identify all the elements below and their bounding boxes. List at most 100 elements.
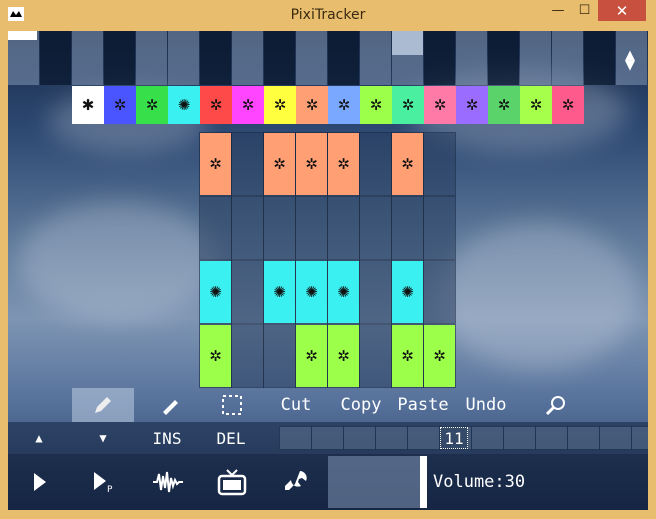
insert-button[interactable]: INS xyxy=(144,422,190,454)
grid-cell[interactable]: ✲ xyxy=(391,132,424,196)
play-button[interactable] xyxy=(10,454,70,510)
instrument-14-icon[interactable]: ✲ xyxy=(488,86,520,124)
grid-cell[interactable]: ✲ xyxy=(263,132,296,196)
minimize-button[interactable]: — xyxy=(545,0,571,21)
measure-slot[interactable] xyxy=(343,426,376,450)
move-down-button[interactable]: ▼ xyxy=(86,422,120,454)
piano-key[interactable] xyxy=(40,31,71,85)
play-pattern-button[interactable]: P xyxy=(74,454,134,510)
instrument-13-icon[interactable]: ✲ xyxy=(456,86,488,124)
volume-slider-handle[interactable] xyxy=(420,456,427,508)
volume-track[interactable] xyxy=(328,456,420,508)
piano-key[interactable] xyxy=(456,31,487,85)
grid-cell[interactable] xyxy=(231,324,264,388)
grid-cell[interactable] xyxy=(263,196,296,260)
grid-cell[interactable]: ✲ xyxy=(391,324,424,388)
select-tool-button[interactable] xyxy=(212,388,252,422)
measure-slot[interactable] xyxy=(503,426,536,450)
measure-slot[interactable] xyxy=(567,426,600,450)
measure-slot[interactable] xyxy=(535,426,568,450)
zoom-button[interactable] xyxy=(536,388,576,422)
measure-slot[interactable] xyxy=(279,426,312,450)
retro-tv-button[interactable] xyxy=(202,454,262,510)
piano-key[interactable] xyxy=(264,31,295,85)
title-bar[interactable]: PixiTracker — ☐ ✕ xyxy=(0,0,656,31)
grid-cell[interactable] xyxy=(359,132,392,196)
grid-cell[interactable] xyxy=(423,260,456,324)
piano-key[interactable] xyxy=(584,31,615,85)
grid-cell[interactable]: ✺ xyxy=(327,260,360,324)
waveform-button[interactable] xyxy=(138,454,198,510)
grid-cell[interactable]: ✺ xyxy=(263,260,296,324)
measure-slot[interactable] xyxy=(471,426,504,450)
delete-button[interactable]: DEL xyxy=(208,422,254,454)
grid-cell[interactable]: ✲ xyxy=(199,132,232,196)
grid-cell[interactable]: ✺ xyxy=(199,260,232,324)
grid-cell[interactable] xyxy=(231,132,264,196)
measure-slot[interactable] xyxy=(311,426,344,450)
grid-cell[interactable] xyxy=(263,324,296,388)
piano-key[interactable] xyxy=(328,31,359,85)
grid-cell[interactable] xyxy=(199,196,232,260)
undo-button[interactable]: Undo xyxy=(460,388,512,422)
grid-cell[interactable] xyxy=(295,196,328,260)
copy-button[interactable]: Copy xyxy=(333,388,389,422)
instrument-15-icon[interactable]: ✲ xyxy=(520,86,552,124)
grid-cell[interactable] xyxy=(359,196,392,260)
instrument-3-icon[interactable]: ✲ xyxy=(136,86,168,124)
grid-cell[interactable] xyxy=(359,324,392,388)
pencil-tool-button[interactable] xyxy=(72,388,134,422)
instrument-6-icon[interactable]: ✲ xyxy=(232,86,264,124)
instrument-1-icon[interactable]: ✱ xyxy=(72,86,104,124)
piano-key[interactable] xyxy=(360,31,391,85)
piano-key[interactable] xyxy=(104,31,135,85)
instrument-4-icon[interactable]: ✺ xyxy=(168,86,200,124)
close-button[interactable]: ✕ xyxy=(598,0,646,21)
grid-cell[interactable]: ✲ xyxy=(423,324,456,388)
piano-key[interactable] xyxy=(200,31,231,85)
instrument-8-icon[interactable]: ✲ xyxy=(296,86,328,124)
instrument-7-icon[interactable]: ✲ xyxy=(264,86,296,124)
current-measure-indicator[interactable]: 11 xyxy=(440,427,468,449)
piano-key[interactable] xyxy=(552,31,583,85)
maximize-button[interactable]: ☐ xyxy=(571,0,598,21)
grid-cell[interactable] xyxy=(327,196,360,260)
scroll-down-icon[interactable]: ▼ xyxy=(625,59,635,72)
instrument-2-icon[interactable]: ✲ xyxy=(104,86,136,124)
measure-slot[interactable] xyxy=(599,426,632,450)
piano-key[interactable] xyxy=(296,31,327,85)
instrument-11-icon[interactable]: ✲ xyxy=(392,86,424,124)
grid-cell[interactable]: ✺ xyxy=(391,260,424,324)
settings-button[interactable] xyxy=(266,454,326,510)
piano-key[interactable] xyxy=(488,31,519,85)
measure-slot[interactable] xyxy=(407,426,440,450)
grid-cell[interactable] xyxy=(423,132,456,196)
piano-key[interactable] xyxy=(8,31,39,85)
measure-slot[interactable] xyxy=(375,426,408,450)
octave-scroll-control[interactable]: ▲ ▼ xyxy=(616,41,644,81)
measure-slot[interactable] xyxy=(631,426,648,450)
piano-key[interactable] xyxy=(72,31,103,85)
piano-key[interactable] xyxy=(392,31,423,85)
grid-cell[interactable]: ✲ xyxy=(327,132,360,196)
grid-cell[interactable] xyxy=(231,260,264,324)
grid-cell[interactable]: ✺ xyxy=(295,260,328,324)
grid-cell[interactable] xyxy=(231,196,264,260)
grid-cell[interactable]: ✲ xyxy=(199,324,232,388)
dropper-tool-button[interactable] xyxy=(148,388,192,422)
grid-cell[interactable] xyxy=(423,196,456,260)
instrument-16-icon[interactable]: ✲ xyxy=(552,86,584,124)
piano-key[interactable] xyxy=(424,31,455,85)
move-up-button[interactable]: ▲ xyxy=(22,422,56,454)
instrument-12-icon[interactable]: ✲ xyxy=(424,86,456,124)
instrument-10-icon[interactable]: ✲ xyxy=(360,86,392,124)
grid-cell[interactable] xyxy=(359,260,392,324)
grid-cell[interactable]: ✲ xyxy=(295,132,328,196)
piano-key[interactable] xyxy=(520,31,551,85)
grid-cell[interactable] xyxy=(391,196,424,260)
cut-button[interactable]: Cut xyxy=(274,388,318,422)
pattern-grid[interactable]: ✲ ✲ ✲ ✲ ✲ ✺ ✺ ✺ ✺ ✺ ✲ ✲ ✲ ✲ ✲ xyxy=(199,132,456,388)
instrument-5-icon[interactable]: ✲ xyxy=(200,86,232,124)
piano-key[interactable] xyxy=(136,31,167,85)
grid-cell[interactable]: ✲ xyxy=(327,324,360,388)
